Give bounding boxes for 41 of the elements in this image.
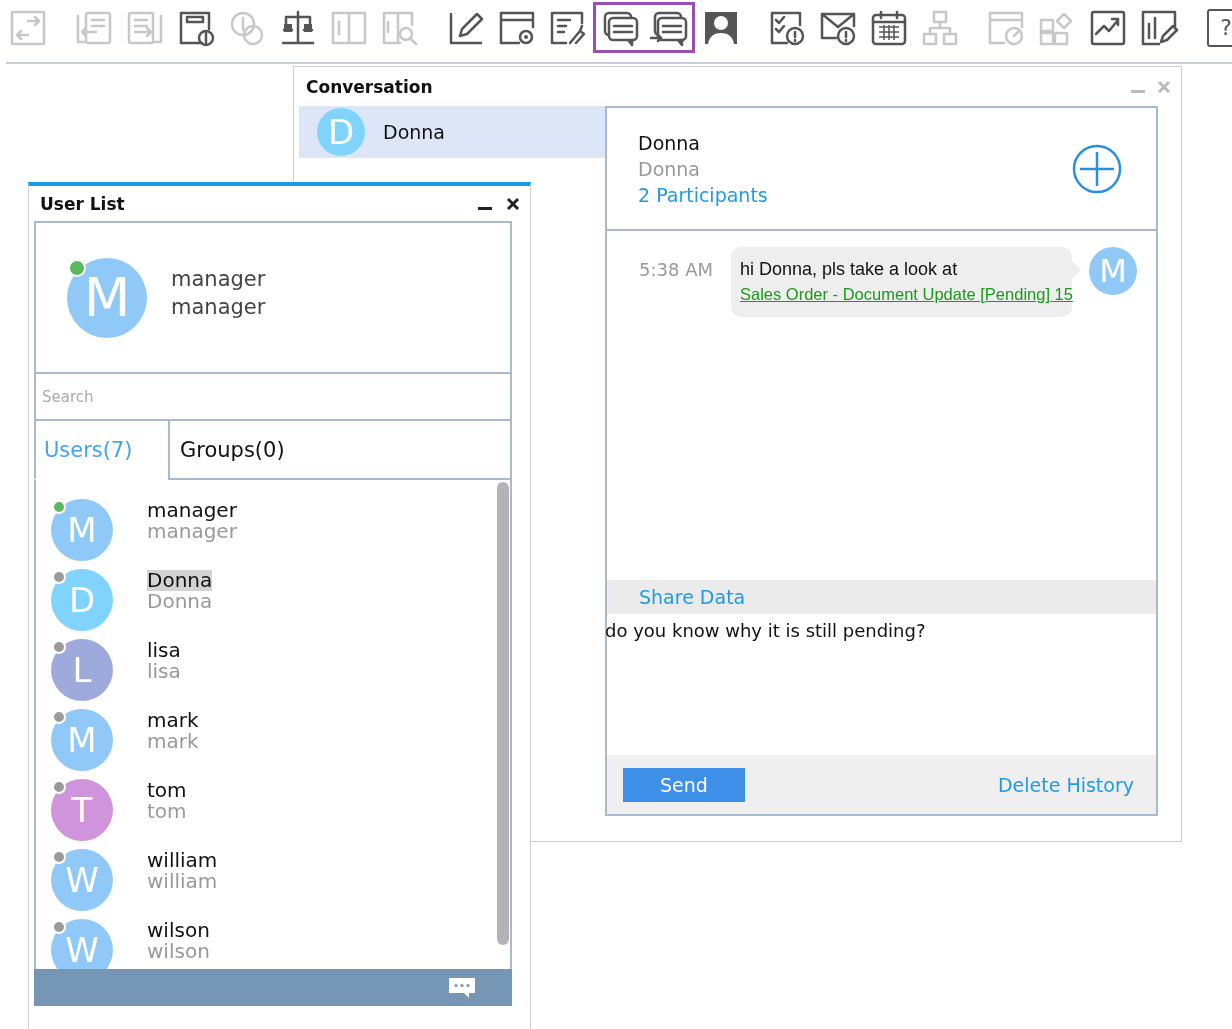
window-title: Conversation: [306, 76, 434, 97]
user-subtitle: wilson: [147, 941, 210, 962]
message-input[interactable]: do you know why it is still pending?: [605, 620, 926, 641]
profile-name: manager: [171, 265, 266, 293]
chat-bubble-icon[interactable]: [448, 976, 476, 999]
profile-avatar: M: [67, 257, 147, 338]
contact-item[interactable]: D Donna: [299, 106, 605, 158]
user-name[interactable]: manager: [147, 500, 237, 521]
user-name[interactable]: lisa: [147, 640, 181, 661]
user-subtitle: lisa: [147, 661, 181, 682]
user-subtitle: william: [147, 871, 218, 892]
user-name[interactable]: mark: [147, 710, 199, 731]
user-subtitle: tom: [147, 801, 187, 822]
contact-avatar: D: [317, 108, 365, 156]
chat-icon[interactable]: [593, 2, 644, 53]
scrollbar[interactable]: [497, 482, 509, 945]
profile-subtitle: manager: [171, 293, 266, 321]
user-name[interactable]: william: [147, 850, 218, 871]
user-name[interactable]: wilson: [147, 920, 210, 941]
add-icon[interactable]: [1072, 143, 1122, 194]
sender-avatar: M: [1089, 247, 1137, 295]
user-avatar: W: [51, 849, 113, 911]
user-avatar: L: [51, 639, 113, 701]
user-avatar: W: [51, 919, 113, 969]
chat-arrow-icon[interactable]: [644, 2, 695, 53]
user-subtitle: mark: [147, 731, 199, 752]
user-subtitle: manager: [147, 521, 237, 542]
window-title: User List: [40, 193, 126, 214]
user-avatar: M: [51, 709, 113, 771]
user-avatar: T: [51, 779, 113, 841]
user-name[interactable]: Donna: [147, 570, 213, 591]
user-name[interactable]: tom: [147, 780, 187, 801]
user-avatar: D: [51, 569, 113, 631]
user-subtitle: Donna: [147, 591, 213, 612]
message-time: 5:38 AM: [639, 259, 714, 280]
close-icon[interactable]: [506, 196, 520, 211]
search-placeholder: Search: [42, 387, 94, 406]
tab[interactable]: Groups(0): [168, 421, 512, 480]
user-avatar: M: [51, 499, 113, 561]
chat-name: Donna: [638, 131, 701, 154]
chat-subtitle: Donna: [638, 157, 701, 180]
